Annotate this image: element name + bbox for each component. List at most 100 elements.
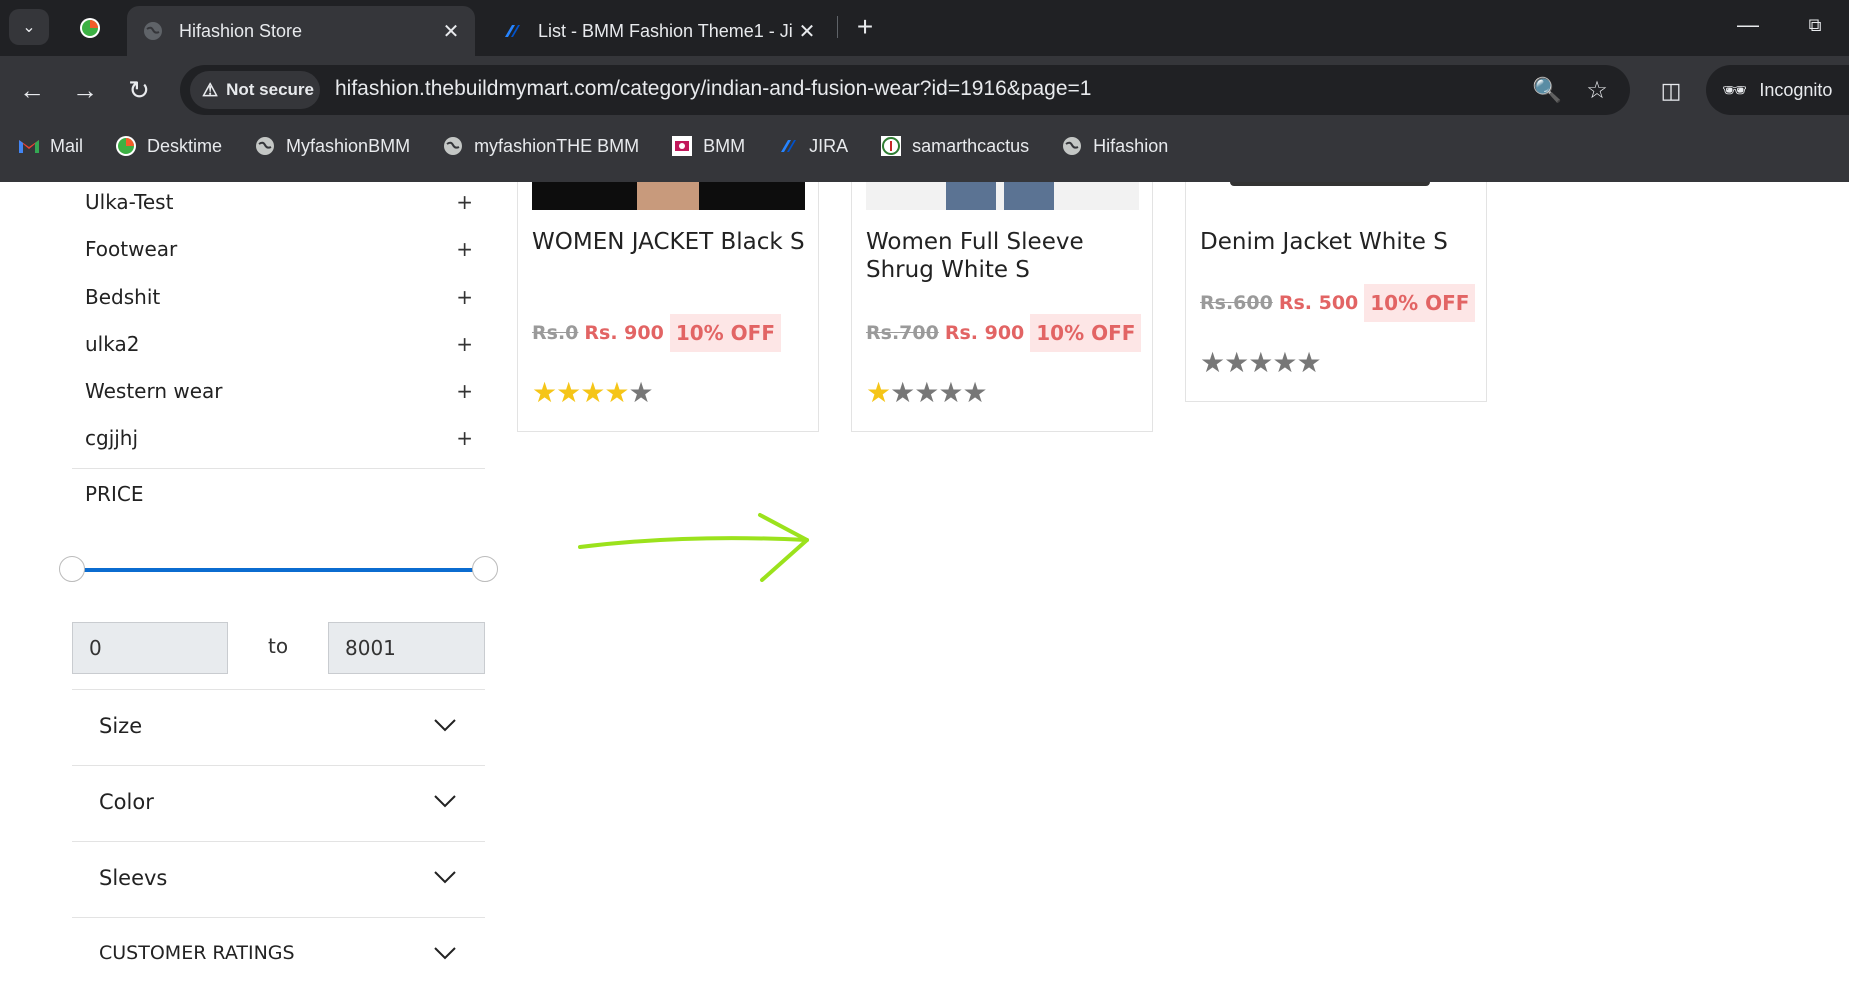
price-range-separator: to (268, 634, 289, 658)
product-image-detail (1004, 182, 1054, 210)
expand-plus-icon[interactable]: + (456, 332, 473, 356)
product-image[interactable] (532, 182, 805, 210)
bookmark-samarthcactus[interactable]: samarthcactus (880, 135, 1029, 157)
expand-plus-icon[interactable]: + (456, 190, 473, 214)
bookmark-label: samarthcactus (912, 135, 1030, 156)
back-arrow-icon[interactable]: ← (12, 68, 52, 112)
category-item-bedshit[interactable]: Bedshit + (85, 277, 475, 317)
web-page: Ulka-Test + Footwear + Bedshit + ulka2 +… (0, 182, 1849, 988)
close-tab-icon[interactable]: ✕ (793, 19, 821, 44)
star-filled-icon: ★ (580, 376, 605, 409)
tab-hifashion-store[interactable]: Hifashion Store ✕ (127, 6, 475, 56)
chevron-down-icon (434, 947, 456, 960)
product-image[interactable] (866, 182, 1139, 210)
new-tab-button[interactable]: + (850, 10, 880, 44)
reload-icon[interactable]: ↻ (119, 68, 159, 112)
chevron-down-icon (434, 871, 456, 884)
gmail-icon (18, 135, 40, 157)
star-filled-icon: ★ (556, 376, 581, 409)
category-label: Bedshit (85, 285, 161, 309)
price-min-handle[interactable] (59, 556, 85, 582)
category-item-western-wear[interactable]: Western wear + (85, 371, 475, 411)
star-filled-icon: ★ (604, 376, 629, 409)
expand-plus-icon[interactable]: + (456, 379, 473, 403)
bookmark-mail[interactable]: Mail (18, 135, 83, 157)
product-image-detail (637, 182, 699, 210)
category-label: Ulka-Test (85, 190, 174, 214)
star-empty-icon: ★ (962, 376, 987, 409)
price-max-input[interactable]: 8001 (328, 622, 485, 674)
star-empty-icon: ★ (890, 376, 915, 409)
product-name[interactable]: WOMEN JACKET Black S (532, 228, 807, 256)
url-text[interactable]: hifashion.thebuildmymart.com/category/in… (335, 77, 1091, 101)
product-rating: ★★★★★ (1200, 346, 1322, 379)
chevron-down-icon (434, 719, 456, 732)
product-card[interactable]: WOMEN JACKET Black S Rs.0 Rs. 900 10% OF… (517, 182, 819, 432)
cactus-icon (880, 135, 902, 157)
pinned-tab-desktime[interactable] (64, 6, 116, 50)
bookmark-star-icon[interactable]: ☆ (1580, 74, 1614, 108)
side-panel-icon[interactable]: ◫ (1655, 75, 1687, 107)
category-item-cgjjhj[interactable]: cgjjhj + (85, 418, 475, 458)
category-item-ulka-test[interactable]: Ulka-Test + (85, 182, 475, 222)
expand-plus-icon[interactable]: + (456, 237, 473, 261)
product-card[interactable]: Women Full Sleeve Shrug White S Rs.700 R… (851, 182, 1153, 432)
bmm-icon (671, 135, 693, 157)
product-price: Rs. 900 (944, 322, 1025, 344)
bookmark-hifashion[interactable]: Hifashion (1061, 135, 1168, 157)
product-rating: ★★★★★ (532, 376, 654, 409)
jira-icon (777, 135, 799, 157)
product-card[interactable]: Denim Jacket White S Rs.600 Rs. 500 10% … (1185, 182, 1487, 402)
star-empty-icon: ★ (628, 376, 653, 409)
annotation-arrow (578, 513, 809, 582)
category-label: Western wear (85, 379, 223, 403)
product-name[interactable]: Women Full Sleeve Shrug White S (866, 228, 1141, 284)
tab-search-button[interactable]: ⌄ (9, 9, 49, 45)
product-old-price: Rs.600 (1200, 292, 1273, 314)
profile-label: Incognito (1759, 79, 1833, 100)
category-item-footwear[interactable]: Footwear + (85, 229, 475, 269)
star-empty-icon: ★ (1248, 346, 1273, 379)
product-price: Rs. 900 (584, 322, 664, 344)
bookmark-myfashion-the-bmm[interactable]: myfashionTHE BMM (442, 135, 639, 157)
filter-label: CUSTOMER RATINGS (99, 942, 295, 964)
price-filter-title: PRICE (85, 482, 144, 506)
filter-label: Size (99, 714, 143, 738)
filter-customer-ratings[interactable]: CUSTOMER RATINGS (72, 918, 485, 988)
bookmark-bmm[interactable]: BMM (671, 135, 745, 157)
globe-icon (442, 135, 464, 157)
category-item-ulka2[interactable]: ulka2 + (85, 324, 475, 364)
forward-arrow-icon[interactable]: → (65, 68, 105, 112)
bookmark-myfashionbmm[interactable]: MyfashionBMM (254, 135, 410, 157)
discount-badge: 10% OFF (669, 314, 781, 352)
security-label: Not secure (226, 80, 315, 99)
price-range-track[interactable] (72, 568, 484, 572)
price-max-handle[interactable] (472, 556, 498, 582)
bookmark-label: JIRA (809, 135, 849, 156)
site-security-chip[interactable]: ⚠ Not secure (190, 71, 320, 109)
price-min-input[interactable]: 0 (72, 622, 228, 674)
filter-color[interactable]: Color (72, 766, 485, 842)
product-image[interactable] (1200, 182, 1473, 210)
filter-label: Sleevs (99, 866, 168, 890)
zoom-icon[interactable]: 🔍 (1530, 74, 1564, 108)
close-tab-icon[interactable]: ✕ (437, 19, 465, 44)
bookmark-jira[interactable]: JIRA (777, 135, 848, 157)
expand-plus-icon[interactable]: + (456, 426, 473, 450)
bookmark-label: Desktime (147, 135, 223, 156)
desktime-icon (80, 18, 100, 38)
star-empty-icon: ★ (1272, 346, 1297, 379)
minimize-window-icon[interactable]: — (1733, 8, 1763, 42)
product-price-line: Rs.600 Rs. 500 10% OFF (1200, 284, 1476, 322)
filter-size[interactable]: Size (72, 690, 485, 766)
discount-badge: 10% OFF (1030, 314, 1142, 352)
star-empty-icon: ★ (1224, 346, 1249, 379)
incognito-profile-button[interactable]: 🕶 Incognito (1706, 65, 1849, 115)
restore-window-icon[interactable]: ⧉ (1800, 8, 1830, 42)
bookmark-desktime[interactable]: Desktime (115, 135, 222, 157)
tab-jira-list[interactable]: List - BMM Fashion Theme1 - Ji ✕ (486, 6, 831, 56)
expand-plus-icon[interactable]: + (456, 285, 473, 309)
product-name[interactable]: Denim Jacket White S (1200, 228, 1475, 256)
globe-icon (144, 22, 162, 40)
filter-sleevs[interactable]: Sleevs (72, 842, 485, 918)
